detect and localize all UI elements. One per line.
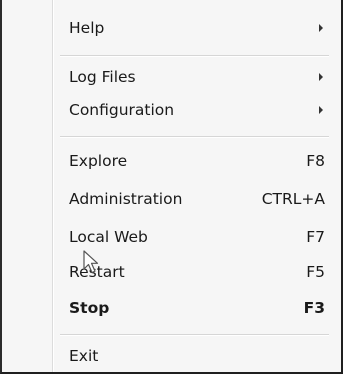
menu-item-explore[interactable]: Explore F8 [54, 145, 335, 177]
menu-separator [60, 55, 329, 57]
submenu-arrow-icon [319, 73, 323, 81]
menu-item-configuration[interactable]: Configuration [54, 94, 335, 126]
arrow-pointer-icon [83, 250, 99, 274]
menu-item-administration[interactable]: Administration CTRL+A [54, 183, 335, 215]
menu-item-label: Explore [69, 152, 128, 170]
menu-item-label: Help [69, 19, 105, 37]
menu-item-label: Exit [69, 347, 99, 365]
menu-item-shortcut: CTRL+A [261, 190, 325, 208]
menu-item-label: Configuration [69, 101, 175, 119]
menu-item-shortcut: F5 [306, 263, 325, 281]
submenu-arrow-icon [319, 106, 323, 114]
menu-item-shortcut: F8 [306, 152, 325, 170]
menu-item-label: Stop [69, 299, 110, 317]
menu-item-log-files[interactable]: Log Files [54, 61, 335, 93]
menu-item-local-web[interactable]: Local Web F7 [54, 221, 335, 253]
submenu-arrow-icon [319, 24, 323, 32]
menu-item-stop[interactable]: Stop F3 [54, 292, 335, 324]
menu-item-label: Local Web [69, 228, 148, 246]
menu-item-label: Administration [69, 190, 183, 208]
menu-separator [60, 334, 329, 336]
menu-item-help[interactable]: Help [54, 12, 335, 44]
menu-item-label: Log Files [69, 68, 136, 86]
menu-item-shortcut: F7 [306, 228, 325, 246]
menu-separator [60, 136, 329, 138]
menu-item-shortcut: F3 [303, 299, 325, 317]
menu-item-exit[interactable]: Exit [54, 340, 335, 372]
context-menu: Help Log Files Configuration Explore F8 … [0, 0, 343, 374]
